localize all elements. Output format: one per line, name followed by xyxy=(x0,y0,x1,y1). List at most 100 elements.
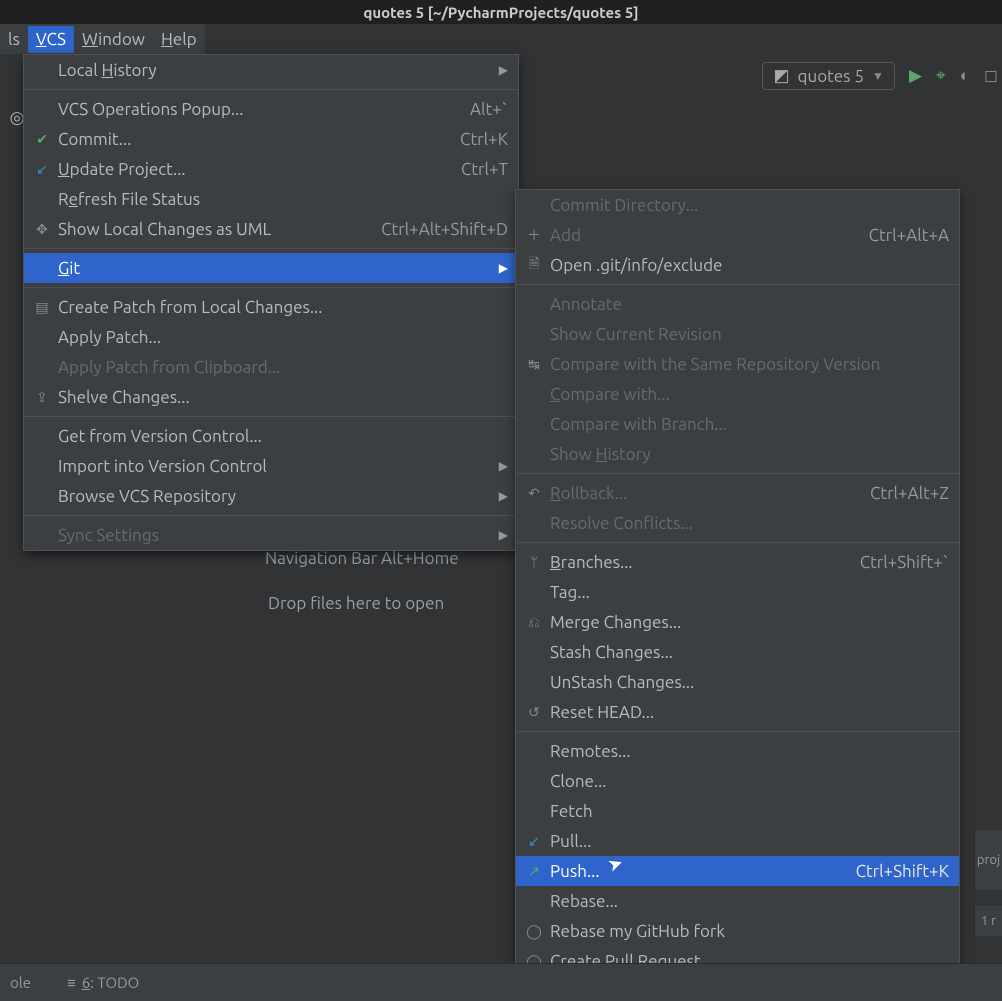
git-merge[interactable]: ⎌ Merge Changes... xyxy=(516,607,959,637)
run-icon[interactable]: ▶ xyxy=(909,66,922,86)
shortcut: Ctrl+Shift+K xyxy=(826,862,949,881)
git-show-history: Show HistoryShow History xyxy=(516,439,959,469)
push-arrow-icon: ↗ xyxy=(524,863,544,880)
git-stash[interactable]: Stash Changes... xyxy=(516,637,959,667)
merge-icon: ⎌ xyxy=(524,614,544,631)
menu-separator xyxy=(516,731,959,732)
git-add: ＋ Add Ctrl+Alt+A xyxy=(516,220,959,250)
git-remotes[interactable]: Remotes... xyxy=(516,736,959,766)
shortcut: Ctrl+K xyxy=(430,130,508,149)
vcs-create-patch[interactable]: ▤ Create Patch from Local Changes... xyxy=(24,292,518,322)
navbar-hint: Navigation Bar Alt+Home xyxy=(265,549,459,568)
menu-separator xyxy=(516,542,959,543)
menu-separator xyxy=(516,284,959,285)
git-commit-directory: Commit Directory... xyxy=(516,190,959,220)
run-config-label: quotes 5 xyxy=(798,67,865,86)
vcs-sync-settings: Sync Settings ▶ xyxy=(24,520,518,550)
right-tool-stub[interactable]: proj xyxy=(974,830,1002,890)
todo-tab[interactable]: ≡6: TODO6: TODO xyxy=(67,974,139,992)
git-rollback: ↶ Rollback...Rollback... Ctrl+Alt+Z xyxy=(516,478,959,508)
drop-hint: Drop files here to open xyxy=(268,594,444,613)
git-pull[interactable]: ↙ Pull... xyxy=(516,826,959,856)
git-fetch[interactable]: Fetch xyxy=(516,796,959,826)
submenu-arrow-icon: ▶ xyxy=(469,528,508,542)
vcs-update[interactable]: ↙ Update Project...Update Project... Ctr… xyxy=(24,154,518,184)
vcs-git[interactable]: GitGit ▶ xyxy=(24,253,518,283)
vcs-shelve[interactable]: ⇪ Shelve Changes... xyxy=(24,382,518,412)
vcs-apply-patch[interactable]: Apply Patch... xyxy=(24,322,518,352)
submenu-arrow-icon: ▶ xyxy=(469,261,508,275)
menu-tools[interactable]: ls xyxy=(0,26,28,53)
vcs-local-history[interactable]: Local HistoryLocal History ▶ xyxy=(24,55,518,85)
git-reset-head[interactable]: ↺ Reset HEAD... xyxy=(516,697,959,727)
plus-icon: ＋ xyxy=(524,225,544,245)
menubar: ls VVCSCS WindowWindow HelpHelp xyxy=(0,24,205,54)
vcs-apply-patch-clipboard: Apply Patch from Clipboard... xyxy=(24,352,518,382)
console-tab[interactable]: ole xyxy=(10,974,31,991)
menu-window[interactable]: WindowWindow xyxy=(74,26,153,53)
vcs-dropdown: Local HistoryLocal History ▶ VCS Operati… xyxy=(23,54,519,551)
shortcut: Alt+` xyxy=(440,100,508,119)
right-tool-stub2[interactable]: 1 r xyxy=(974,906,1002,936)
reset-icon: ↺ xyxy=(524,704,544,721)
stop-icon[interactable]: ◻ xyxy=(984,66,998,86)
shortcut: Ctrl+Alt+Shift+D xyxy=(351,220,508,239)
shortcut: Ctrl+Alt+A xyxy=(839,226,949,245)
file-icon: 🗎 xyxy=(524,253,544,277)
shortcut: Ctrl+Shift+` xyxy=(830,553,949,572)
rollback-icon: ↶ xyxy=(524,485,544,502)
git-unstash[interactable]: UnStash Changes... xyxy=(516,667,959,697)
git-clone[interactable]: Clone... xyxy=(516,766,959,796)
menu-separator xyxy=(24,89,518,90)
branch-icon: ᛘ xyxy=(524,554,544,570)
coverage-icon[interactable]: ◐ xyxy=(960,66,970,86)
git-resolve-conflicts: Resolve Conflicts... xyxy=(516,508,959,538)
toolbar-right: ◩ quotes 5 ▼ ▶ ⌖ ◐ ◻ xyxy=(762,58,998,94)
git-submenu: Commit Directory... ＋ Add Ctrl+Alt+A 🗎 O… xyxy=(515,189,960,1001)
django-icon: ◩ xyxy=(773,66,789,86)
vcs-get-from-vc[interactable]: Get from Version Control... xyxy=(24,421,518,451)
window-title: quotes 5 [~/PycharmProjects/quotes 5] xyxy=(0,0,1002,24)
github-icon: ◯ xyxy=(524,923,544,940)
menu-separator xyxy=(24,515,518,516)
git-branches[interactable]: ᛘ Branches...Branches... Ctrl+Shift+` xyxy=(516,547,959,577)
check-icon: ✔ xyxy=(32,131,52,148)
git-show-revision: Show Current Revision xyxy=(516,319,959,349)
debug-icon[interactable]: ⌖ xyxy=(936,66,946,86)
vcs-browse-repo[interactable]: Browse VCS Repository ▶ xyxy=(24,481,518,511)
submenu-arrow-icon: ▶ xyxy=(469,63,508,77)
git-push[interactable]: ↗ Push... Ctrl+Shift+K xyxy=(516,856,959,886)
menu-separator xyxy=(516,473,959,474)
bottom-toolbar: ole ≡6: TODO6: TODO xyxy=(0,963,1002,1001)
menu-separator xyxy=(24,416,518,417)
submenu-arrow-icon: ▶ xyxy=(469,489,508,503)
update-arrow-icon: ↙ xyxy=(32,161,52,178)
git-compare-branch: Compare with Branch... xyxy=(516,409,959,439)
menu-separator xyxy=(24,287,518,288)
vcs-operations-popup[interactable]: VCS Operations Popup... Alt+` xyxy=(24,94,518,124)
uml-icon: ✥ xyxy=(32,221,52,238)
chevron-down-icon: ▼ xyxy=(872,69,884,83)
git-rebase-github-fork[interactable]: ◯ Rebase my GitHub fork xyxy=(516,916,959,946)
run-config-selector[interactable]: ◩ quotes 5 ▼ xyxy=(762,62,894,90)
git-tag[interactable]: Tag... xyxy=(516,577,959,607)
vcs-commit[interactable]: ✔ Commit... Ctrl+K xyxy=(24,124,518,154)
patch-icon: ▤ xyxy=(32,299,52,316)
diff-icon: ↹ xyxy=(524,356,544,373)
vcs-import-into-vc[interactable]: Import into Version Control ▶ xyxy=(24,451,518,481)
shortcut: Ctrl+T xyxy=(431,160,508,179)
vcs-show-uml[interactable]: ✥ Show Local Changes as UML Ctrl+Alt+Shi… xyxy=(24,214,518,244)
menu-separator xyxy=(24,248,518,249)
menu-help[interactable]: HelpHelp xyxy=(153,26,205,53)
git-compare-with: Compare with...Compare with... xyxy=(516,379,959,409)
submenu-arrow-icon: ▶ xyxy=(469,459,508,473)
git-compare-same-repo: ↹ Compare with the Same Repository Versi… xyxy=(516,349,959,379)
git-open-exclude[interactable]: 🗎 Open .git/info/exclude xyxy=(516,250,959,280)
git-annotate: Annotate xyxy=(516,289,959,319)
vcs-refresh[interactable]: Refresh File StatusRefresh File Status xyxy=(24,184,518,214)
shortcut: Ctrl+Alt+Z xyxy=(840,484,949,503)
shelve-icon: ⇪ xyxy=(32,389,52,406)
menu-vcs[interactable]: VVCSCS xyxy=(28,26,74,53)
git-rebase[interactable]: Rebase... xyxy=(516,886,959,916)
pull-arrow-icon: ↙ xyxy=(524,833,544,850)
